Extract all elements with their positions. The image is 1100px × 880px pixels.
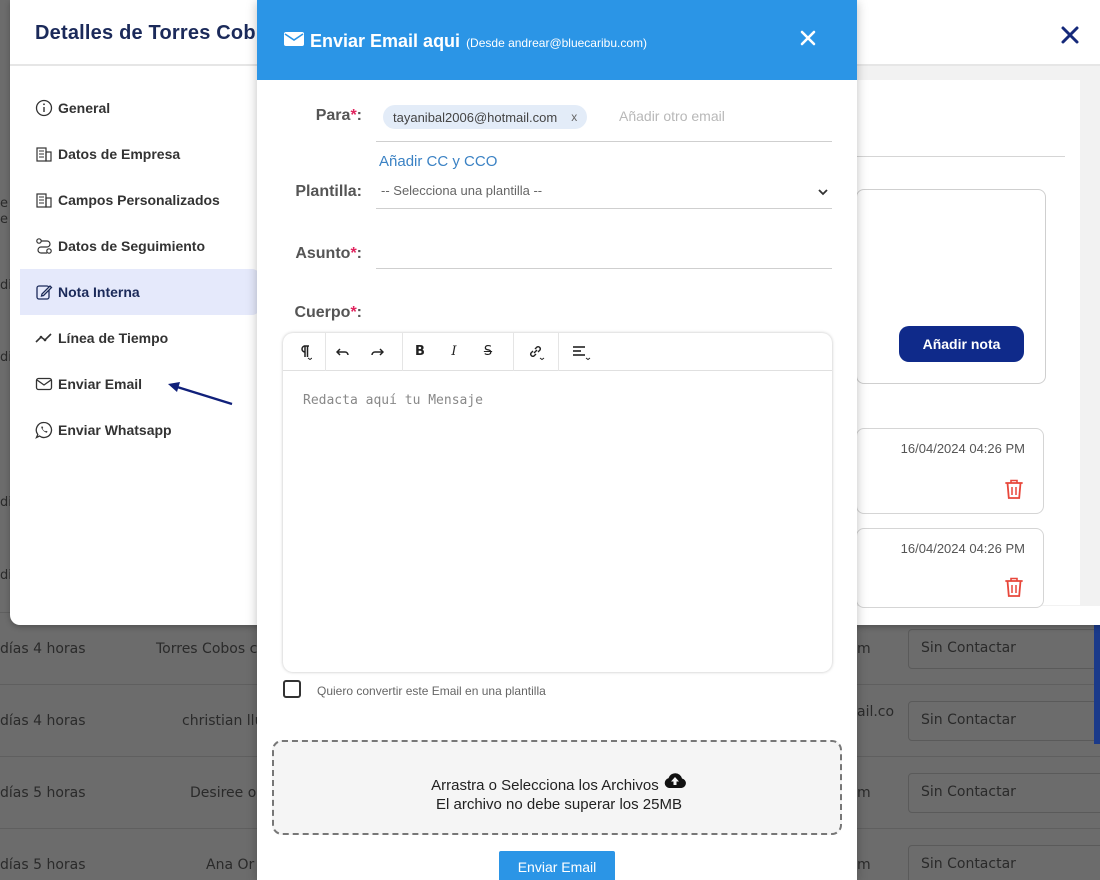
add-note-button[interactable]: Añadir nota <box>899 326 1024 362</box>
whatsapp-icon <box>34 420 54 440</box>
nav-label: Campos Personalizados <box>58 192 220 208</box>
building-icon <box>34 144 54 164</box>
divider <box>855 156 1065 157</box>
paragraph-icon[interactable] <box>283 333 325 371</box>
link-icon[interactable] <box>514 333 558 371</box>
row-elapsed: días 4 horas <box>0 713 86 729</box>
row-name: christian llu <box>182 713 264 729</box>
status-select[interactable]: Sin Contactar <box>908 773 1100 813</box>
mail-icon <box>34 374 54 394</box>
route-icon <box>34 236 54 256</box>
note-date: 16/04/2024 04:26 PM <box>900 541 1025 556</box>
timeline-icon <box>34 328 54 348</box>
status-select[interactable]: Sin Contactar <box>908 629 1100 669</box>
trash-icon[interactable] <box>1003 477 1025 505</box>
row-name: Torres Cobos c <box>156 641 258 657</box>
modal-subtitle: (Desde andrear@bluecaribu.com) <box>466 36 647 50</box>
undo-icon[interactable] <box>326 333 360 371</box>
note-item: 16/04/2024 04:26 PM <box>856 528 1044 608</box>
dropzone-limit: El archivo no debe superar los 25MB <box>436 796 682 813</box>
chip-text: tayanibal2006@hotmail.com <box>393 109 558 125</box>
nav-item-datos-empresa[interactable]: Datos de Empresa <box>20 131 260 177</box>
template-select[interactable]: -- Selecciona una plantilla -- <box>381 183 542 198</box>
nav-item-linea-tiempo[interactable]: Línea de Tiempo <box>20 315 260 361</box>
file-dropzone[interactable]: Arrastra o Selecciona los Archivos El ar… <box>272 740 842 835</box>
email-modal: Enviar Email aqui (Desde andrear@bluecar… <box>257 0 857 880</box>
to-label: Para*: <box>315 107 362 124</box>
status-select[interactable]: Sin Contactar <box>908 845 1100 880</box>
row-email: m <box>857 641 871 657</box>
italic-icon[interactable]: I <box>437 333 471 371</box>
details-title: Detalles de Torres Cob <box>35 22 256 44</box>
nav-label: Enviar Email <box>58 376 143 392</box>
row-email: m <box>857 785 871 801</box>
bold-icon[interactable]: B <box>403 333 437 371</box>
close-icon[interactable] <box>1060 22 1080 52</box>
row-email: ail.co <box>857 704 895 720</box>
save-template-label: Quiero convertir este Email en una plant… <box>317 684 546 698</box>
body-label: Cuerpo*: <box>294 304 362 321</box>
modal-header: Enviar Email aqui (Desde andrear@bluecar… <box>257 0 857 80</box>
chip-remove-icon[interactable]: x <box>571 110 577 124</box>
add-cc-link[interactable]: Añadir CC y CCO <box>379 153 497 170</box>
close-icon[interactable] <box>798 28 818 48</box>
editor-toolbar: B I S <box>283 332 832 371</box>
row-elapsed: días 4 horas <box>0 641 86 657</box>
note-date: 16/04/2024 04:26 PM <box>900 441 1025 456</box>
nav-label: Datos de Empresa <box>58 146 181 162</box>
chevron-down-icon[interactable] <box>817 183 829 202</box>
info-icon <box>34 98 54 118</box>
email-chip[interactable]: tayanibal2006@hotmail.com x <box>383 105 588 129</box>
status-select[interactable]: Sin Contactar <box>908 701 1100 741</box>
send-email-button[interactable]: Enviar Email <box>499 851 615 880</box>
divider <box>376 208 832 209</box>
bg-edge-text: e <box>0 212 8 227</box>
dropzone-text: Arrastra o Selecciona los Archivos <box>274 772 844 794</box>
to-input[interactable]: Añadir otro email <box>619 108 725 124</box>
subject-input[interactable] <box>376 268 832 269</box>
nav-label: Datos de Seguimiento <box>58 238 206 254</box>
modal-title-text: Enviar Email aqui <box>310 31 461 51</box>
trash-icon[interactable] <box>1003 575 1025 603</box>
align-icon[interactable] <box>559 333 603 371</box>
nav-label: Enviar Whatsapp <box>58 422 172 438</box>
nav-item-nota-interna[interactable]: Nota Interna <box>20 269 260 315</box>
redo-icon[interactable] <box>360 333 394 371</box>
nav-label: General <box>58 100 111 116</box>
editor-placeholder: Redacta aquí tu Mensaje <box>303 393 484 408</box>
annotation-arrow-icon <box>168 380 238 414</box>
edit-icon <box>34 282 54 302</box>
nav-item-datos-seguimiento[interactable]: Datos de Seguimiento <box>20 223 260 269</box>
row-name: Desiree ol <box>190 785 261 801</box>
row-name: Ana Or <box>206 857 255 873</box>
nav-item-general[interactable]: General <box>20 85 260 131</box>
building-icon <box>34 190 54 210</box>
nav-item-campos-personalizados[interactable]: Campos Personalizados <box>20 177 260 223</box>
cloud-upload-icon <box>663 773 687 794</box>
row-elapsed: días 5 horas <box>0 785 86 801</box>
bg-edge-text: e <box>0 196 8 211</box>
row-elapsed: días 5 horas <box>0 857 86 873</box>
rich-text-editor[interactable]: B I S Redacta aquí tu Mensaje <box>283 332 832 672</box>
modal-title: Enviar Email aqui (Desde andrear@bluecar… <box>284 31 647 52</box>
divider <box>376 141 832 142</box>
nav-label: Nota Interna <box>58 284 140 300</box>
template-label: Plantilla: <box>295 183 362 200</box>
subject-label: Asunto*: <box>295 245 362 262</box>
note-item: 16/04/2024 04:26 PM <box>856 428 1044 514</box>
mail-icon <box>284 31 304 51</box>
nav-label: Línea de Tiempo <box>58 330 169 346</box>
strikethrough-icon[interactable]: S <box>471 333 505 371</box>
row-email: m <box>857 857 871 873</box>
save-template-checkbox[interactable] <box>283 680 301 698</box>
